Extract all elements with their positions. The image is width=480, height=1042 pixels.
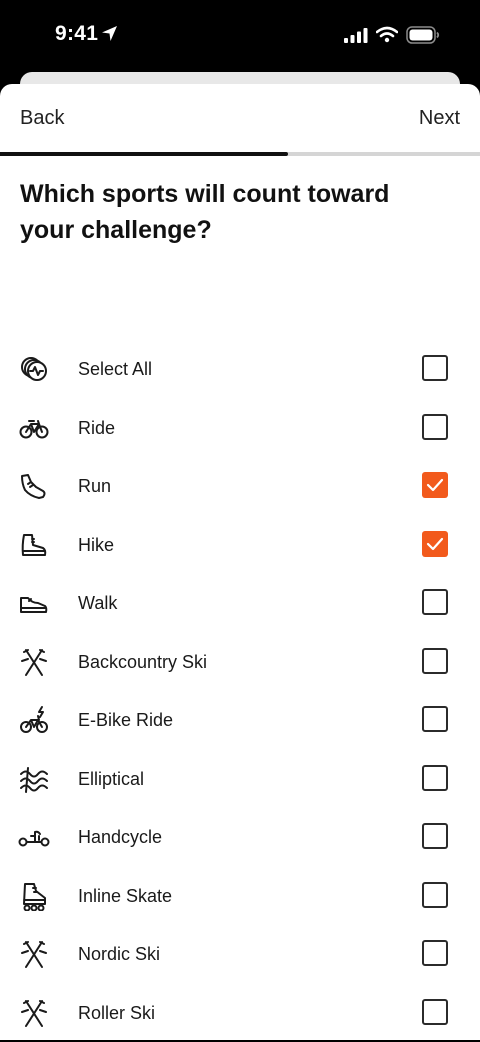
sport-list: Select All Ride Run Hike Walk Backcountry Ski… — [0, 340, 480, 1042]
status-bar: 9:41 — [0, 0, 480, 72]
cellular-signal-icon — [344, 28, 368, 43]
progress-bar-fill — [0, 152, 288, 156]
walking-shoe-icon — [18, 588, 50, 618]
sport-label: Nordic Ski — [78, 944, 160, 965]
sport-checkbox[interactable] — [422, 706, 448, 732]
battery-icon — [406, 26, 440, 44]
modal-sheet: Back Next Which sports will count toward… — [0, 84, 480, 1040]
checkmark-icon — [426, 477, 444, 493]
bike-icon — [18, 413, 50, 443]
sport-checkbox[interactable] — [422, 882, 448, 908]
sport-checkbox[interactable] — [422, 648, 448, 674]
ebike-icon — [18, 705, 50, 735]
sport-checkbox[interactable] — [422, 355, 448, 381]
sport-label: Roller Ski — [78, 1003, 155, 1024]
sport-checkbox[interactable] — [422, 823, 448, 849]
sport-label: Handcycle — [78, 827, 162, 848]
sport-checkbox[interactable] — [422, 472, 448, 498]
progress-bar — [0, 152, 480, 156]
sport-label: Ride — [78, 418, 115, 439]
sport-row[interactable]: Hike — [0, 516, 480, 575]
sport-row[interactable]: Select All — [0, 340, 480, 399]
sport-checkbox[interactable] — [422, 940, 448, 966]
sport-row[interactable]: E-Bike Ride — [0, 691, 480, 750]
inline-skate-icon — [18, 881, 50, 911]
location-arrow-icon — [101, 25, 118, 42]
page-title: Which sports will count toward your chal… — [20, 176, 440, 248]
sport-checkbox[interactable] — [422, 589, 448, 615]
running-shoe-icon — [18, 471, 50, 501]
sport-row[interactable]: Walk — [0, 574, 480, 633]
crossed-skis-icon — [18, 939, 50, 969]
next-button[interactable]: Next — [419, 107, 460, 130]
sport-label: Select All — [78, 359, 152, 380]
sport-label: Hike — [78, 535, 114, 556]
sport-label: Run — [78, 476, 111, 497]
sport-row[interactable]: Inline Skate — [0, 867, 480, 926]
sport-row[interactable]: Handcycle — [0, 808, 480, 867]
sport-checkbox[interactable] — [422, 765, 448, 791]
sport-label: Elliptical — [78, 769, 144, 790]
elliptical-icon — [18, 764, 50, 794]
crossed-skis-icon — [18, 647, 50, 677]
wifi-icon — [376, 26, 398, 43]
sport-checkbox[interactable] — [422, 414, 448, 440]
sport-row[interactable]: Nordic Ski — [0, 925, 480, 984]
sport-checkbox[interactable] — [422, 531, 448, 557]
checkmark-icon — [426, 536, 444, 552]
activities-icon — [18, 354, 50, 384]
sport-row[interactable]: Roller Ski — [0, 984, 480, 1042]
crossed-skis-icon — [18, 998, 50, 1028]
sport-label: Inline Skate — [78, 886, 172, 907]
handcycle-icon — [18, 822, 50, 852]
sport-row[interactable]: Ride — [0, 399, 480, 458]
status-time: 9:41 — [55, 22, 98, 46]
sport-checkbox[interactable] — [422, 999, 448, 1025]
hiking-boot-icon — [18, 530, 50, 560]
back-button[interactable]: Back — [20, 107, 64, 130]
sport-row[interactable]: Run — [0, 457, 480, 516]
sport-row[interactable]: Elliptical — [0, 750, 480, 809]
sport-label: Backcountry Ski — [78, 652, 207, 673]
sport-row[interactable]: Backcountry Ski — [0, 633, 480, 692]
sport-label: E-Bike Ride — [78, 710, 173, 731]
sport-label: Walk — [78, 593, 117, 614]
